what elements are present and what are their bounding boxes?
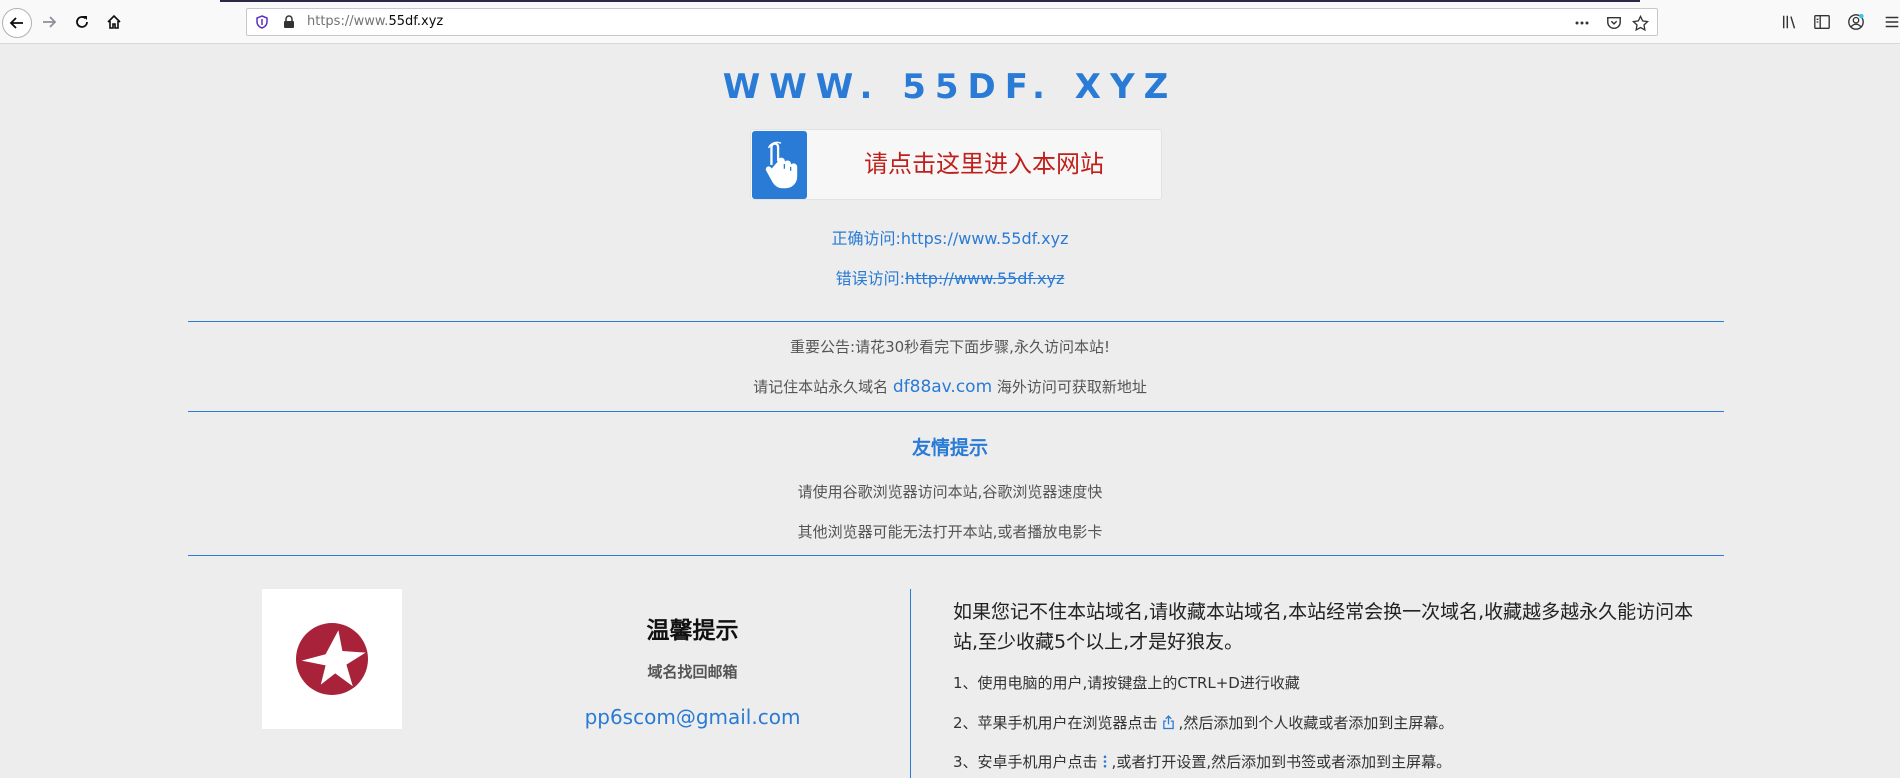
url-scheme: https://www. — [307, 14, 389, 29]
reload-icon — [76, 16, 88, 28]
home-button[interactable] — [102, 10, 126, 34]
wrong-access-url: http://www.55df.xyz — [905, 269, 1065, 288]
important-notice: 重要公告:请花30秒看完下面步骤,永久访问本站! — [790, 338, 1110, 356]
bookmark-step-3: 3、安卓手机用户点击 ,或者打开设置,然后添加到书签或者添加到主屏幕。 — [953, 751, 1451, 772]
wrong-access-label: 错误访问: — [835, 269, 906, 288]
section-divider — [188, 411, 1724, 412]
url-text[interactable]: https://www.55df.xyz — [307, 14, 443, 29]
notice-prefix: 请记住本站永久域名 — [753, 378, 893, 396]
friendly-tips-title: 友情提示 — [911, 437, 988, 459]
bookmark-step-2: 2、苹果手机用户在浏览器点击 ,然后添加到个人收藏或者添加到主屏幕。 — [953, 712, 1453, 733]
hand-pointer-icon — [752, 131, 807, 199]
sidebar-icon[interactable] — [1812, 12, 1832, 32]
url-bar[interactable]: https://www.55df.xyz — [246, 8, 1658, 36]
library-icon[interactable] — [1780, 12, 1800, 32]
browser-toolbar: https://www.55df.xyz — [0, 0, 1900, 44]
enter-site-button[interactable]: 请点击这里进入本网站 — [750, 129, 1162, 200]
home-icon — [107, 14, 121, 29]
permanent-domain-notice: 请记住本站永久域名 df88av.com 海外访问可获取新地址 — [0, 376, 1900, 397]
forward-icon — [43, 16, 57, 28]
url-host: 55df.xyz — [388, 14, 444, 29]
menu-icon[interactable] — [1882, 12, 1900, 32]
site-logo — [262, 589, 402, 729]
warm-tips-title: 温馨提示 — [646, 618, 739, 644]
forward-button[interactable] — [37, 10, 61, 34]
back-button[interactable] — [2, 8, 32, 38]
step-3-prefix: 3、安卓手机用户点击 — [953, 753, 1098, 771]
correct-access-url[interactable]: https://www.55df.xyz — [901, 229, 1069, 248]
enter-site-label: 请点击这里进入本网站 — [864, 150, 1104, 178]
wrong-access-line: 错误访问:http://www.55df.xyz — [0, 265, 1900, 289]
account-icon[interactable] — [1846, 12, 1866, 32]
section-divider — [188, 321, 1724, 322]
tab-strip-edge — [220, 0, 1640, 2]
permanent-domain-link[interactable]: df88av.com — [893, 377, 992, 397]
vertical-divider — [910, 589, 911, 778]
back-icon — [9, 17, 23, 29]
lock-icon[interactable] — [283, 15, 295, 29]
bookmark-intro: 如果您记不住本站域名,请收藏本站域名,本站经常会换一次域名,收藏越多越永久能访问… — [953, 601, 1694, 653]
tip-line: 其他浏览器可能无法打开本站,或者播放电影卡 — [797, 523, 1103, 541]
bookmark-star-icon[interactable] — [1631, 14, 1649, 32]
recover-email-link[interactable]: pp6scom@gmail.com — [560, 705, 825, 729]
section-divider — [188, 555, 1724, 556]
step-2-suffix: ,然后添加到个人收藏或者添加到主屏幕。 — [1178, 714, 1454, 732]
site-title: WWW. 55DF. XYZ — [722, 67, 1178, 107]
page-actions-icon[interactable] — [1573, 14, 1591, 32]
shield-icon[interactable] — [255, 15, 269, 29]
bookmark-step-1: 1、使用电脑的用户,请按键盘上的CTRL+D进行收藏 — [953, 674, 1300, 692]
page-content: WWW. 55DF. XYZ 请点击这里进入本网站 正确访问:https://w… — [0, 45, 1900, 778]
correct-access-label: 正确访问: — [831, 229, 901, 248]
star-logo-icon — [296, 623, 368, 695]
kebab-menu-icon — [1103, 755, 1106, 768]
reload-button[interactable] — [70, 10, 94, 34]
recover-email-label: 域名找回邮箱 — [647, 663, 738, 681]
pocket-icon[interactable] — [1605, 14, 1623, 32]
share-icon — [1162, 715, 1174, 730]
correct-access-line: 正确访问:https://www.55df.xyz — [0, 225, 1900, 249]
step-3-suffix: ,或者打开设置,然后添加到书签或者添加到主屏幕。 — [1111, 753, 1452, 771]
notice-suffix: 海外访问可获取新地址 — [992, 378, 1147, 396]
tip-line: 请使用谷歌浏览器访问本站,谷歌浏览器速度快 — [797, 483, 1103, 501]
step-2-prefix: 2、苹果手机用户在浏览器点击 — [953, 714, 1158, 732]
